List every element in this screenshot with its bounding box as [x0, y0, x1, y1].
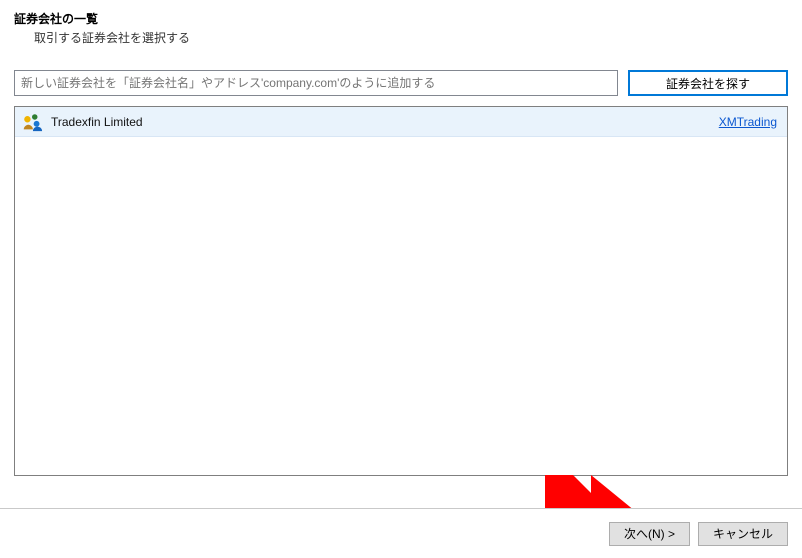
page-title: 証券会社の一覧 [14, 10, 788, 27]
next-button[interactable]: 次へ(N) > [609, 522, 690, 546]
list-item[interactable]: Tradexfin Limited XMTrading [15, 107, 787, 137]
cancel-button[interactable]: キャンセル [698, 522, 788, 546]
footer-bar: 次へ(N) > キャンセル [0, 508, 802, 558]
broker-people-icon [21, 111, 43, 133]
broker-list[interactable]: Tradexfin Limited XMTrading [14, 106, 788, 476]
find-broker-button[interactable]: 証券会社を探す [628, 70, 788, 96]
page-subtitle: 取引する証券会社を選択する [14, 29, 788, 46]
add-broker-input[interactable] [14, 70, 618, 96]
broker-link[interactable]: XMTrading [719, 115, 777, 129]
broker-name: Tradexfin Limited [51, 115, 719, 129]
